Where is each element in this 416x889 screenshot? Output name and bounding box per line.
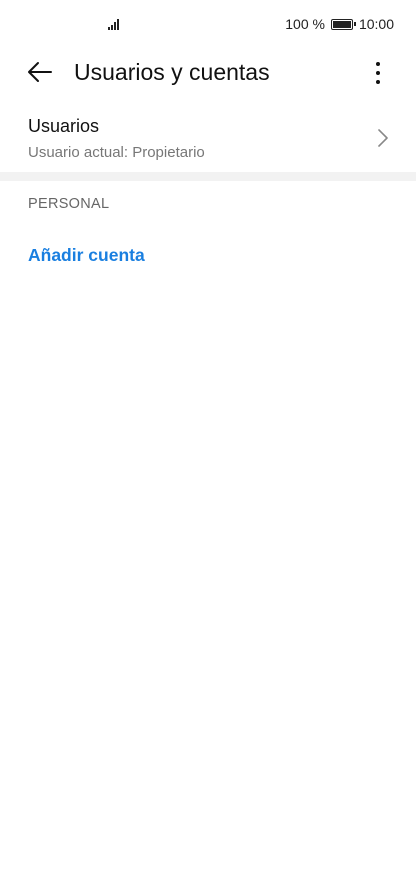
users-subtitle: Usuario actual: Propietario [28, 144, 205, 161]
screen: 100 % 10:00 Usuarios y cuentas Usuarios … [0, 0, 416, 889]
battery-icon [330, 18, 356, 30]
clock: 10:00 [358, 16, 394, 32]
signal-icon [108, 16, 124, 30]
arrow-left-icon [28, 62, 52, 82]
status-right: 100 % 10:00 [285, 15, 394, 33]
users-item[interactable]: Usuarios Usuario actual: Propietario [0, 106, 416, 170]
back-button[interactable] [20, 55, 60, 89]
battery-percentage: 100 % [285, 16, 325, 32]
add-account-button[interactable]: Añadir cuenta [28, 245, 145, 266]
more-dot [376, 80, 380, 84]
more-dot [376, 71, 380, 75]
page-title: Usuarios y cuentas [74, 59, 270, 85]
section-header-personal: PERSONAL [28, 196, 110, 212]
users-title: Usuarios [28, 116, 100, 136]
app-bar: Usuarios y cuentas [0, 48, 416, 98]
chevron-right-icon [378, 129, 388, 147]
more-options-button[interactable] [360, 55, 396, 91]
section-divider [0, 172, 416, 181]
more-vertical-icon [376, 62, 380, 66]
status-bar: 100 % 10:00 [0, 0, 416, 48]
